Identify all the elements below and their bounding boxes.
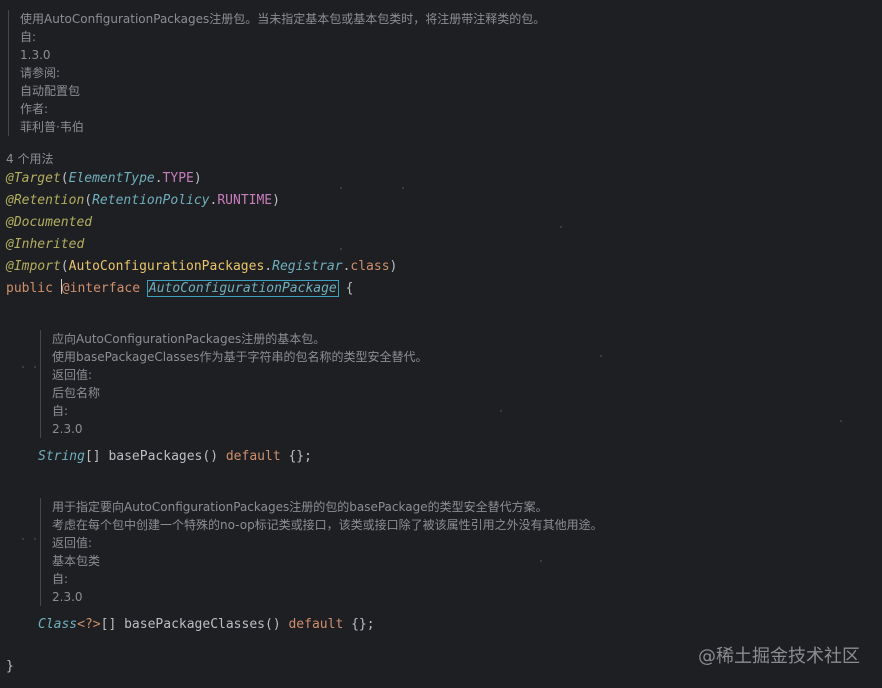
usages-hint[interactable]: 4 个用法 bbox=[6, 150, 53, 167]
import-annotation-line: @Import(AutoConfigurationPackages.Regist… bbox=[6, 256, 397, 278]
keyword-token: default bbox=[288, 617, 344, 632]
whitespace-dot bbox=[34, 538, 36, 540]
annotation-token[interactable]: @Import bbox=[6, 259, 61, 274]
whitespace-dot bbox=[500, 410, 502, 412]
annotation-token[interactable]: @Inherited bbox=[6, 237, 84, 252]
whitespace-dot bbox=[22, 366, 24, 368]
dot-token: . bbox=[154, 171, 163, 186]
documented-annotation-line: @Documented bbox=[6, 212, 92, 234]
doc-line: 自: bbox=[20, 30, 37, 44]
constant-token[interactable]: TYPE bbox=[163, 171, 194, 186]
annotation-token[interactable]: @Retention bbox=[6, 193, 84, 208]
doc-line: 基本包类 bbox=[52, 554, 101, 568]
doc-line: 用于指定要向AutoConfigurationPackages注册的包的base… bbox=[52, 500, 548, 514]
whitespace-dot bbox=[22, 538, 24, 540]
doc-line: 使用AutoConfigurationPackages注册包。当未指定基本包或基… bbox=[20, 12, 546, 26]
class-token[interactable]: ElementType bbox=[69, 171, 155, 186]
paren-token: ( bbox=[60, 259, 69, 274]
doc-line: 2.3.0 bbox=[52, 422, 83, 436]
doc-line: 作者: bbox=[20, 102, 49, 116]
paren-token: () bbox=[265, 617, 281, 632]
method-javadoc-basepackageclasses: 用于指定要向AutoConfigurationPackages注册的包的base… bbox=[40, 498, 603, 606]
generic-token: <?> bbox=[77, 617, 101, 632]
method-javadoc-basepackages: 应向AutoConfigurationPackages注册的基本包。 使用bas… bbox=[40, 330, 428, 438]
paren-token: () bbox=[202, 449, 219, 464]
annotation-token[interactable]: @Target bbox=[6, 171, 61, 186]
whitespace-dot bbox=[840, 420, 842, 422]
interface-name[interactable]: AutoConfigurationPackage bbox=[146, 280, 339, 297]
doc-line: 返回值: bbox=[52, 368, 93, 382]
doc-line: 使用basePackageClasses作为基于字符串的包名称的类型安全替代。 bbox=[52, 350, 428, 364]
class-javadoc: 使用AutoConfigurationPackages注册包。当未指定基本包或基… bbox=[8, 10, 545, 136]
paren-token: ) bbox=[389, 259, 398, 274]
doc-line: 自: bbox=[52, 572, 69, 586]
method-name[interactable]: basePackages bbox=[108, 449, 202, 464]
annotation-token[interactable]: @Documented bbox=[6, 215, 92, 230]
whitespace-dot bbox=[340, 248, 342, 250]
bracket-token: [] bbox=[84, 449, 101, 464]
keyword-token: interface bbox=[69, 281, 141, 296]
inherited-annotation-line: @Inherited bbox=[6, 234, 84, 256]
brace-token: { bbox=[345, 281, 354, 296]
doc-line: 考虑在每个包中创建一个特殊的no-op标记类或接口，该类或接口除了被该属性引用之… bbox=[52, 518, 603, 532]
doc-line: 菲利普·韦伯 bbox=[20, 120, 84, 134]
class-token[interactable]: Class bbox=[38, 617, 77, 632]
closing-brace-line: } bbox=[6, 656, 14, 678]
whitespace-dot bbox=[402, 187, 404, 189]
watermark: @稀土掘金技术社区 bbox=[698, 646, 860, 667]
doc-line: 后包名称 bbox=[52, 386, 101, 400]
paren-token: ) bbox=[272, 193, 280, 208]
bracket-token: [] bbox=[100, 617, 117, 632]
doc-line: 应向AutoConfigurationPackages注册的基本包。 bbox=[52, 332, 326, 346]
method-basepackageclasses-line: Class<?>[] basePackageClasses() default … bbox=[38, 614, 375, 636]
doc-line: 1.3.0 bbox=[20, 48, 51, 62]
at-token: @ bbox=[61, 281, 70, 296]
method-name[interactable]: basePackageClasses bbox=[124, 617, 265, 632]
doc-line: 请参阅: bbox=[20, 66, 61, 80]
whitespace-dot bbox=[560, 226, 562, 228]
interface-declaration-line: public @interface AutoConfigurationPacka… bbox=[6, 278, 353, 300]
value-token: {}; bbox=[288, 449, 312, 464]
target-annotation-line: @Target(ElementType.TYPE) bbox=[6, 168, 202, 190]
method-basepackages-line: String[] basePackages() default {}; bbox=[38, 446, 312, 468]
paren-token: ( bbox=[84, 193, 93, 208]
constant-token[interactable]: RUNTIME bbox=[217, 193, 272, 208]
keyword-token: class bbox=[350, 259, 390, 274]
brace-token: } bbox=[6, 659, 14, 674]
doc-line: 返回值: bbox=[52, 536, 93, 550]
code-editor[interactable]: 使用AutoConfigurationPackages注册包。当未指定基本包或基… bbox=[0, 0, 882, 688]
retention-annotation-line: @Retention(RetentionPolicy.RUNTIME) bbox=[6, 190, 280, 212]
doc-line: 自: bbox=[52, 404, 69, 418]
paren-token: ) bbox=[193, 171, 202, 186]
value-token: {}; bbox=[351, 617, 375, 632]
doc-line: 2.3.0 bbox=[52, 590, 83, 604]
whitespace-dot bbox=[340, 187, 342, 189]
paren-token: ( bbox=[60, 171, 69, 186]
class-token[interactable]: RetentionPolicy bbox=[92, 193, 209, 208]
whitespace-dot bbox=[34, 366, 36, 368]
class-token[interactable]: AutoConfigurationPackages bbox=[69, 259, 265, 274]
keyword-token: public bbox=[6, 281, 53, 296]
whitespace-dot bbox=[540, 560, 542, 562]
whitespace-dot bbox=[600, 355, 602, 357]
class-token[interactable]: Registrar bbox=[272, 259, 342, 274]
keyword-token: default bbox=[225, 449, 281, 464]
class-token[interactable]: String bbox=[38, 449, 85, 464]
dot-token: . bbox=[264, 259, 273, 274]
doc-link-autoconfig[interactable]: 自动配置包 bbox=[20, 82, 545, 100]
